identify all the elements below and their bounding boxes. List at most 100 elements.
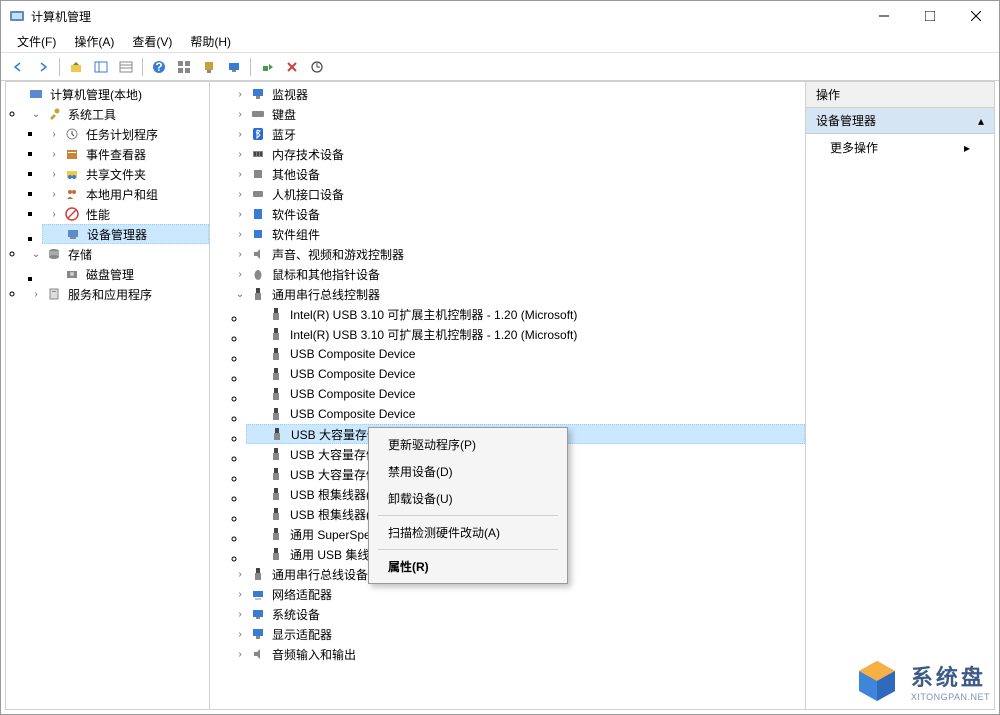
other-icon (250, 166, 266, 182)
window-title: 计算机管理 (31, 8, 91, 25)
sound-icon (250, 246, 266, 262)
users-icon (64, 186, 80, 202)
usb-plug-icon (268, 446, 284, 462)
menubar: 文件(F) 操作(A) 查看(V) 帮助(H) (1, 31, 999, 53)
titlebar: 计算机管理 (1, 1, 999, 31)
monitor-icon (250, 86, 266, 102)
device-icon[interactable] (198, 56, 220, 78)
actions-more[interactable]: 更多操作 ▸ (806, 134, 994, 161)
software-icon (250, 206, 266, 222)
tree-services-apps[interactable]: ›服务和应用程序 (24, 284, 209, 304)
tree-root[interactable]: 计算机管理(本地) (6, 84, 209, 104)
menu-file[interactable]: 文件(F) (9, 31, 64, 52)
usb-plug-icon (268, 326, 284, 342)
back-icon[interactable] (7, 56, 29, 78)
usb-plug-icon (268, 306, 284, 322)
component-icon (250, 226, 266, 242)
tree-disk-mgmt[interactable]: 磁盘管理 (42, 264, 209, 284)
tree-system-tools[interactable]: ⌄ 系统工具 (24, 104, 209, 124)
menu-help[interactable]: 帮助(H) (182, 31, 239, 52)
chevron-right-icon[interactable]: › (46, 126, 62, 142)
dev-monitor[interactable]: ›监视器 (228, 84, 805, 104)
dev-hid[interactable]: ›人机接口设备 (228, 184, 805, 204)
dev-usb-composite[interactable]: USB Composite Device (246, 384, 805, 404)
list-icon[interactable] (115, 56, 137, 78)
dev-usb-intel[interactable]: Intel(R) USB 3.10 可扩展主机控制器 - 1.20 (Micro… (246, 304, 805, 324)
chevron-right-icon[interactable]: › (28, 286, 44, 302)
device-tree-pane: ›监视器 ›键盘 ›蓝牙 ›内存技术设备 ›其他设备 ›人机接口设备 ›软件设备… (210, 82, 806, 709)
svg-text:?: ? (155, 60, 162, 74)
minimize-button[interactable] (861, 1, 907, 31)
usb-plug-icon (268, 466, 284, 482)
chevron-right-icon[interactable]: › (46, 146, 62, 162)
dev-usb-intel[interactable]: Intel(R) USB 3.10 可扩展主机控制器 - 1.20 (Micro… (246, 324, 805, 344)
menu-view[interactable]: 查看(V) (124, 31, 180, 52)
tree-task-scheduler[interactable]: ›任务计划程序 (42, 124, 209, 144)
scan-icon[interactable] (306, 56, 328, 78)
tree-shared-folders[interactable]: ›共享文件夹 (42, 164, 209, 184)
ctx-separator (378, 549, 558, 550)
actions-section[interactable]: 设备管理器 ▴ (806, 108, 994, 134)
dev-other[interactable]: ›其他设备 (228, 164, 805, 184)
enable-icon[interactable] (256, 56, 278, 78)
usb-plug-icon (268, 406, 284, 422)
close-button[interactable] (953, 1, 999, 31)
chevron-right-icon[interactable]: › (46, 206, 62, 222)
network-icon (250, 586, 266, 602)
dev-display[interactable]: ›显示适配器 (228, 624, 805, 644)
usb-plug-icon (268, 526, 284, 542)
dev-usb-controllers[interactable]: ⌄通用串行总线控制器 (228, 284, 805, 304)
display-icon (250, 626, 266, 642)
dev-bluetooth[interactable]: ›蓝牙 (228, 124, 805, 144)
forward-icon[interactable] (32, 56, 54, 78)
computer-icon[interactable] (223, 56, 245, 78)
dev-software-dev[interactable]: ›软件设备 (228, 204, 805, 224)
up-folder-icon[interactable] (65, 56, 87, 78)
dev-software-comp[interactable]: ›软件组件 (228, 224, 805, 244)
chevron-right-icon[interactable]: › (46, 166, 62, 182)
maximize-button[interactable] (907, 1, 953, 31)
dev-audio-io[interactable]: ›音频输入和输出 (228, 644, 805, 664)
dev-usb-composite[interactable]: USB Composite Device (246, 364, 805, 384)
collapse-icon[interactable]: ▴ (978, 114, 984, 128)
chevron-down-icon[interactable]: ⌄ (28, 246, 44, 262)
dev-system[interactable]: ›系统设备 (228, 604, 805, 624)
ctx-separator (378, 515, 558, 516)
panel-icon[interactable] (90, 56, 112, 78)
tree-storage[interactable]: ⌄ 存储 (24, 244, 209, 264)
tree-performance[interactable]: ›性能 (42, 204, 209, 224)
toolbar: ? (1, 53, 999, 81)
usb-plug-icon (268, 386, 284, 402)
actions-pane: 操作 设备管理器 ▴ 更多操作 ▸ (806, 82, 994, 709)
dev-sound[interactable]: ›声音、视频和游戏控制器 (228, 244, 805, 264)
disk-icon (64, 266, 80, 282)
tree-event-viewer[interactable]: ›事件查看器 (42, 144, 209, 164)
menu-action[interactable]: 操作(A) (66, 31, 122, 52)
ctx-update-driver[interactable]: 更新驱动程序(P) (372, 431, 564, 458)
dev-network[interactable]: ›网络适配器 (228, 584, 805, 604)
usb-plug-icon (268, 486, 284, 502)
memory-icon (250, 146, 266, 162)
tree-device-manager[interactable]: 设备管理器 (42, 224, 209, 244)
usb-plug-icon (269, 426, 285, 442)
ctx-scan-hardware[interactable]: 扫描检测硬件改动(A) (372, 519, 564, 546)
usb-icon (250, 286, 266, 302)
dev-keyboard[interactable]: ›键盘 (228, 104, 805, 124)
chevron-right-icon: ▸ (964, 141, 970, 155)
dev-usb-composite[interactable]: USB Composite Device (246, 404, 805, 424)
dev-usb-composite[interactable]: USB Composite Device (246, 344, 805, 364)
ctx-disable-device[interactable]: 禁用设备(D) (372, 458, 564, 485)
tree-local-users[interactable]: ›本地用户和组 (42, 184, 209, 204)
disable-icon[interactable] (281, 56, 303, 78)
grid-icon[interactable] (173, 56, 195, 78)
ctx-uninstall-device[interactable]: 卸载设备(U) (372, 485, 564, 512)
window-root: 计算机管理 文件(F) 操作(A) 查看(V) 帮助(H) ? (0, 0, 1000, 715)
chevron-right-icon[interactable]: › (46, 186, 62, 202)
help-icon[interactable]: ? (148, 56, 170, 78)
ctx-properties[interactable]: 属性(R) (372, 553, 564, 580)
dev-memory[interactable]: ›内存技术设备 (228, 144, 805, 164)
left-tree-pane: 计算机管理(本地) ⌄ 系统工具 ›任务计划程序 ›事件查看器 (6, 82, 210, 709)
device-manager-icon (65, 226, 81, 242)
dev-mouse[interactable]: ›鼠标和其他指针设备 (228, 264, 805, 284)
chevron-down-icon[interactable]: ⌄ (28, 106, 44, 122)
